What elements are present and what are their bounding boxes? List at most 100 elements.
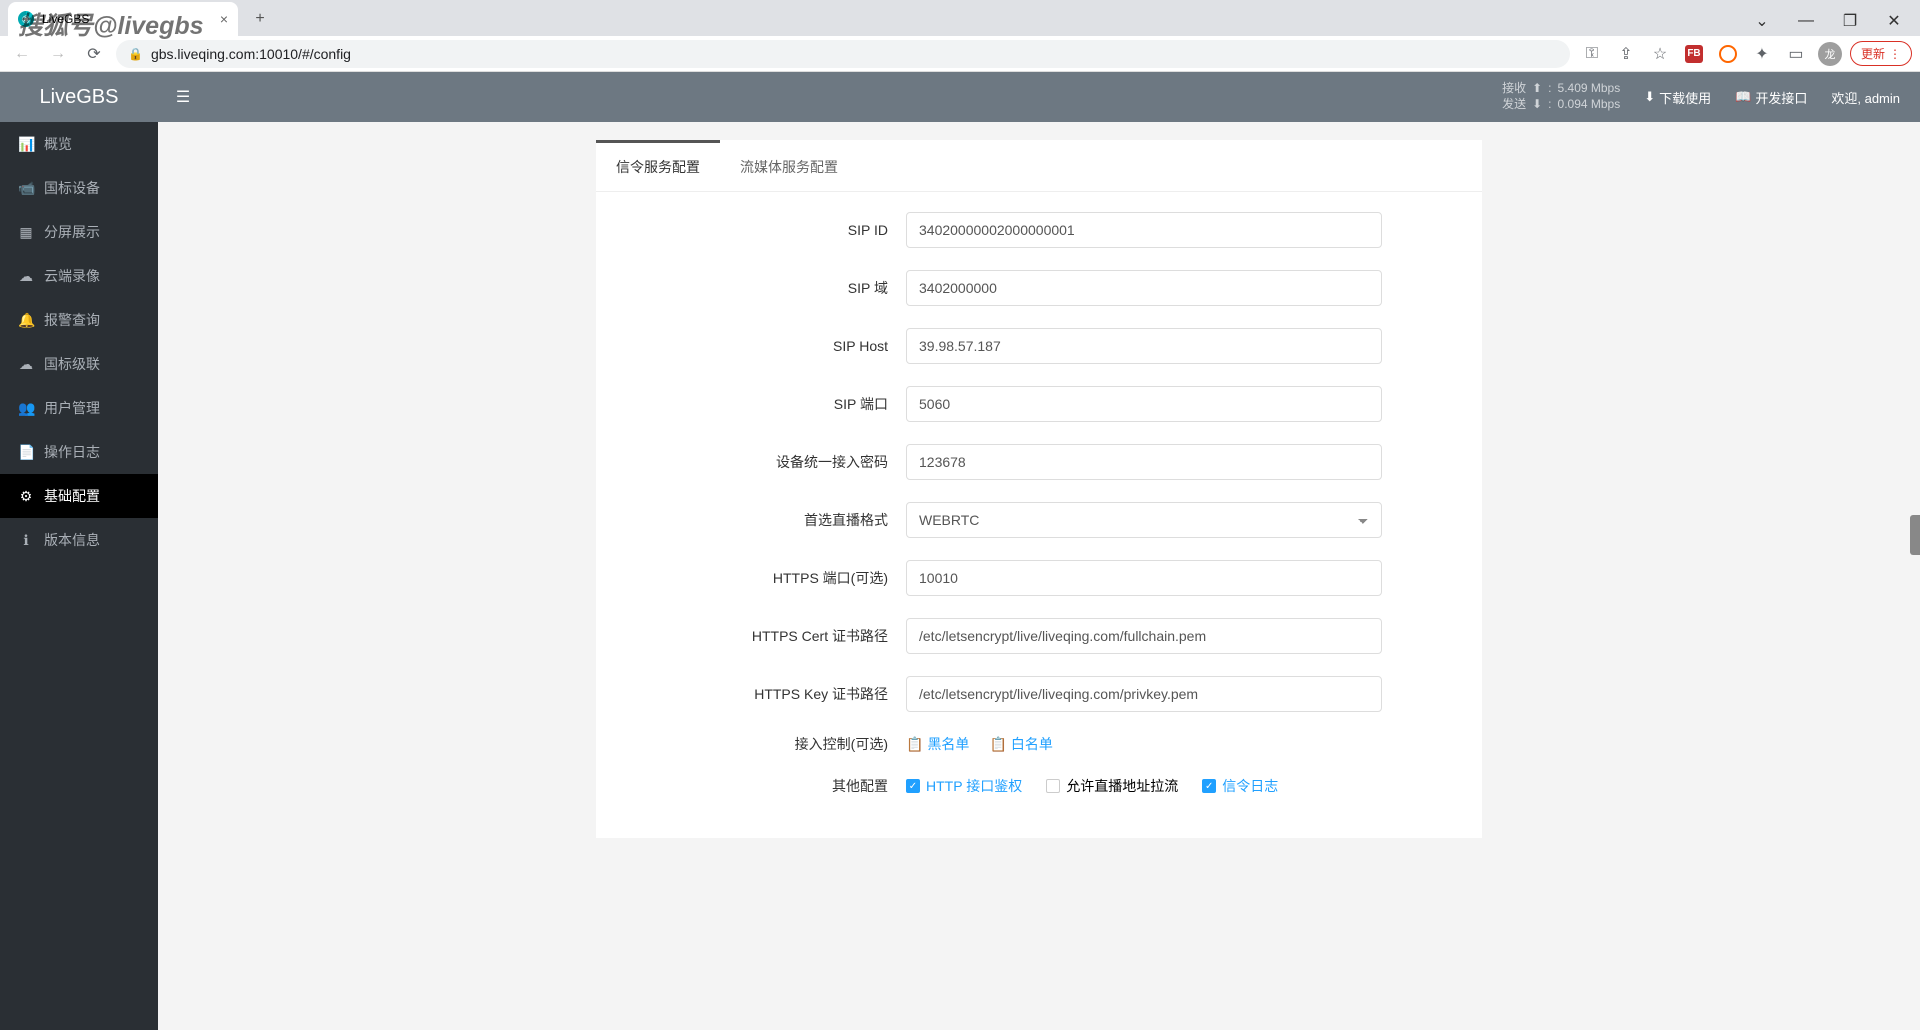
share-icon[interactable]: ⇪ bbox=[1612, 40, 1640, 68]
http-auth-checkbox[interactable]: ✓HTTP 接口鉴权 bbox=[906, 776, 1022, 796]
address-bar: ← → ⟳ 🔒 gbs.liveqing.com:10010/#/config … bbox=[0, 36, 1920, 72]
config-tab-1[interactable]: 流媒体服务配置 bbox=[720, 140, 858, 191]
sidebar-item-9[interactable]: ℹ版本信息 bbox=[0, 518, 158, 562]
new-tab-button[interactable]: + bbox=[246, 5, 274, 33]
sip-id-input[interactable] bbox=[906, 212, 1382, 248]
maximize-icon[interactable]: ❐ bbox=[1828, 6, 1872, 36]
https-port-label: HTTPS 端口(可选) bbox=[626, 568, 906, 588]
lock-icon: 🔒 bbox=[128, 47, 143, 61]
sidebar-item-2[interactable]: ▦ 分屏展示 bbox=[0, 210, 158, 254]
whitelist-link[interactable]: 📋白名单 bbox=[989, 734, 1052, 754]
sip-host-input[interactable] bbox=[906, 328, 1382, 364]
signal-log-checkbox[interactable]: ✓信令日志 bbox=[1202, 776, 1278, 796]
sidebar-item-8[interactable]: ⚙ 基础配置 bbox=[0, 474, 158, 518]
side-handle[interactable] bbox=[1910, 515, 1920, 555]
reload-button[interactable]: ⟳ bbox=[80, 40, 108, 68]
sidebar-item-4[interactable]: 🔔报警查询 bbox=[0, 298, 158, 342]
sidebar-icon: 📄 bbox=[18, 444, 34, 461]
sidebar-icon: ▦ bbox=[18, 224, 34, 241]
url-input[interactable]: 🔒 gbs.liveqing.com:10010/#/config bbox=[116, 40, 1570, 68]
sidebar-item-3[interactable]: ☁ 云端录像 bbox=[0, 254, 158, 298]
sidebar-icon: ☁ bbox=[18, 268, 34, 285]
config-tab-0[interactable]: 信令服务配置 bbox=[596, 140, 720, 191]
sidebar-item-label: 基础配置 bbox=[44, 486, 100, 506]
config-form: SIP ID SIP 域 SIP Host SIP 端口 设备统一接入密码 bbox=[596, 192, 1482, 838]
sidebar-item-label: 分屏展示 bbox=[44, 222, 100, 242]
tab-title: LiveGBS bbox=[42, 12, 89, 26]
browser-tab[interactable]: ◉ LiveGBS × bbox=[8, 2, 238, 36]
sip-port-label: SIP 端口 bbox=[626, 394, 906, 414]
live-format-label: 首选直播格式 bbox=[626, 510, 906, 530]
sidebar-item-0[interactable]: 📊 概览 bbox=[0, 122, 158, 166]
minimize-icon[interactable]: — bbox=[1784, 6, 1828, 36]
sip-host-label: SIP Host bbox=[626, 338, 906, 354]
sip-domain-label: SIP 域 bbox=[626, 278, 906, 298]
key-icon[interactable]: ⚿ bbox=[1578, 40, 1606, 68]
https-port-input[interactable] bbox=[906, 560, 1382, 596]
calendar-icon: 📋 bbox=[989, 736, 1006, 753]
sidebar-item-7[interactable]: 📄 操作日志 bbox=[0, 430, 158, 474]
sidebar: 📊 概览 📹 国标设备 ▦ 分屏展示 ☁ 云端录像 🔔报警查询 ☁ 国标级联 👥 用户管理 📄 操作日志 ⚙ 基… bbox=[0, 122, 158, 1030]
extensions-icon[interactable]: ✦ bbox=[1748, 40, 1776, 68]
chevron-down-icon[interactable]: ⌄ bbox=[1740, 6, 1784, 36]
calendar-icon: 📋 bbox=[906, 736, 923, 753]
sidebar-icon: ⚙ bbox=[18, 488, 34, 505]
forward-button[interactable]: → bbox=[44, 40, 72, 68]
browser-chrome: ◉ LiveGBS × + ⌄ — ❐ ✕ ← → ⟳ 🔒 gbs.liveqi… bbox=[0, 0, 1920, 72]
sidebar-item-6[interactable]: 👥 用户管理 bbox=[0, 386, 158, 430]
sidebar-item-label: 报警查询 bbox=[44, 310, 100, 330]
sidebar-item-1[interactable]: 📹 国标设备 bbox=[0, 166, 158, 210]
sidebar-item-label: 操作日志 bbox=[44, 442, 100, 462]
main-content: 信令服务配置流媒体服务配置 SIP ID SIP 域 SIP Host SIP … bbox=[158, 122, 1920, 1030]
download-arrow-icon: ⬇ bbox=[1532, 97, 1542, 113]
https-key-label: HTTPS Key 证书路径 bbox=[626, 684, 906, 704]
profile-avatar[interactable]: 龙 bbox=[1816, 40, 1844, 68]
network-stats: 接收⬆:5.409 Mbps 发送⬇:0.094 Mbps bbox=[1502, 81, 1620, 112]
sidebar-item-5[interactable]: ☁ 国标级联 bbox=[0, 342, 158, 386]
sidebar-toggle-icon[interactable]: ☰ bbox=[158, 87, 208, 107]
access-control-label: 接入控制(可选) bbox=[626, 734, 906, 754]
sidebar-icon: 📹 bbox=[18, 180, 34, 197]
app-logo[interactable]: LiveGBS bbox=[0, 86, 158, 109]
sidebar-icon: ☁ bbox=[18, 356, 34, 373]
sidebar-icon: 📊 bbox=[18, 136, 34, 153]
sidebar-item-label: 国标设备 bbox=[44, 178, 100, 198]
extension-fb-icon[interactable]: FB bbox=[1680, 40, 1708, 68]
star-icon[interactable]: ☆ bbox=[1646, 40, 1674, 68]
tab-bar: ◉ LiveGBS × + ⌄ — ❐ ✕ bbox=[0, 0, 1920, 36]
checkbox-checked-icon: ✓ bbox=[906, 779, 920, 793]
sidebar-icon: 👥 bbox=[18, 400, 34, 417]
extension-orange-icon[interactable] bbox=[1714, 40, 1742, 68]
sip-port-input[interactable] bbox=[906, 386, 1382, 422]
back-button[interactable]: ← bbox=[8, 40, 36, 68]
upload-icon: ⬆ bbox=[1532, 81, 1542, 97]
config-panel: 信令服务配置流媒体服务配置 SIP ID SIP 域 SIP Host SIP … bbox=[596, 140, 1482, 838]
checkbox-icon bbox=[1046, 779, 1060, 793]
download-icon: ⬇ bbox=[1644, 89, 1655, 105]
user-welcome[interactable]: 欢迎, admin bbox=[1831, 88, 1900, 107]
api-link[interactable]: 📖开发接口 bbox=[1735, 88, 1807, 107]
book-icon: 📖 bbox=[1735, 89, 1751, 105]
allow-stream-checkbox[interactable]: 允许直播地址拉流 bbox=[1046, 776, 1178, 796]
close-window-icon[interactable]: ✕ bbox=[1872, 6, 1916, 36]
sip-id-label: SIP ID bbox=[626, 222, 906, 238]
https-cert-input[interactable] bbox=[906, 618, 1382, 654]
checkbox-checked-icon: ✓ bbox=[1202, 779, 1216, 793]
sip-domain-input[interactable] bbox=[906, 270, 1382, 306]
update-button[interactable]: 更新 ⋮ bbox=[1850, 41, 1912, 66]
sidebar-item-label: 概览 bbox=[44, 134, 72, 154]
live-format-select[interactable]: WEBRTC bbox=[906, 502, 1382, 538]
download-link[interactable]: ⬇下载使用 bbox=[1644, 88, 1711, 107]
sidebar-item-label: 国标级联 bbox=[44, 354, 100, 374]
https-key-input[interactable] bbox=[906, 676, 1382, 712]
window-controls: ⌄ — ❐ ✕ bbox=[1740, 6, 1920, 36]
device-pwd-label: 设备统一接入密码 bbox=[626, 452, 906, 472]
tab-close-icon[interactable]: × bbox=[220, 11, 228, 27]
reader-icon[interactable]: ▭ bbox=[1782, 40, 1810, 68]
sidebar-icon: ℹ bbox=[18, 532, 34, 549]
device-pwd-input[interactable] bbox=[906, 444, 1382, 480]
sidebar-item-label: 云端录像 bbox=[44, 266, 100, 286]
config-tabs: 信令服务配置流媒体服务配置 bbox=[596, 140, 1482, 192]
blacklist-link[interactable]: 📋黑名单 bbox=[906, 734, 969, 754]
sidebar-item-label: 用户管理 bbox=[44, 398, 100, 418]
